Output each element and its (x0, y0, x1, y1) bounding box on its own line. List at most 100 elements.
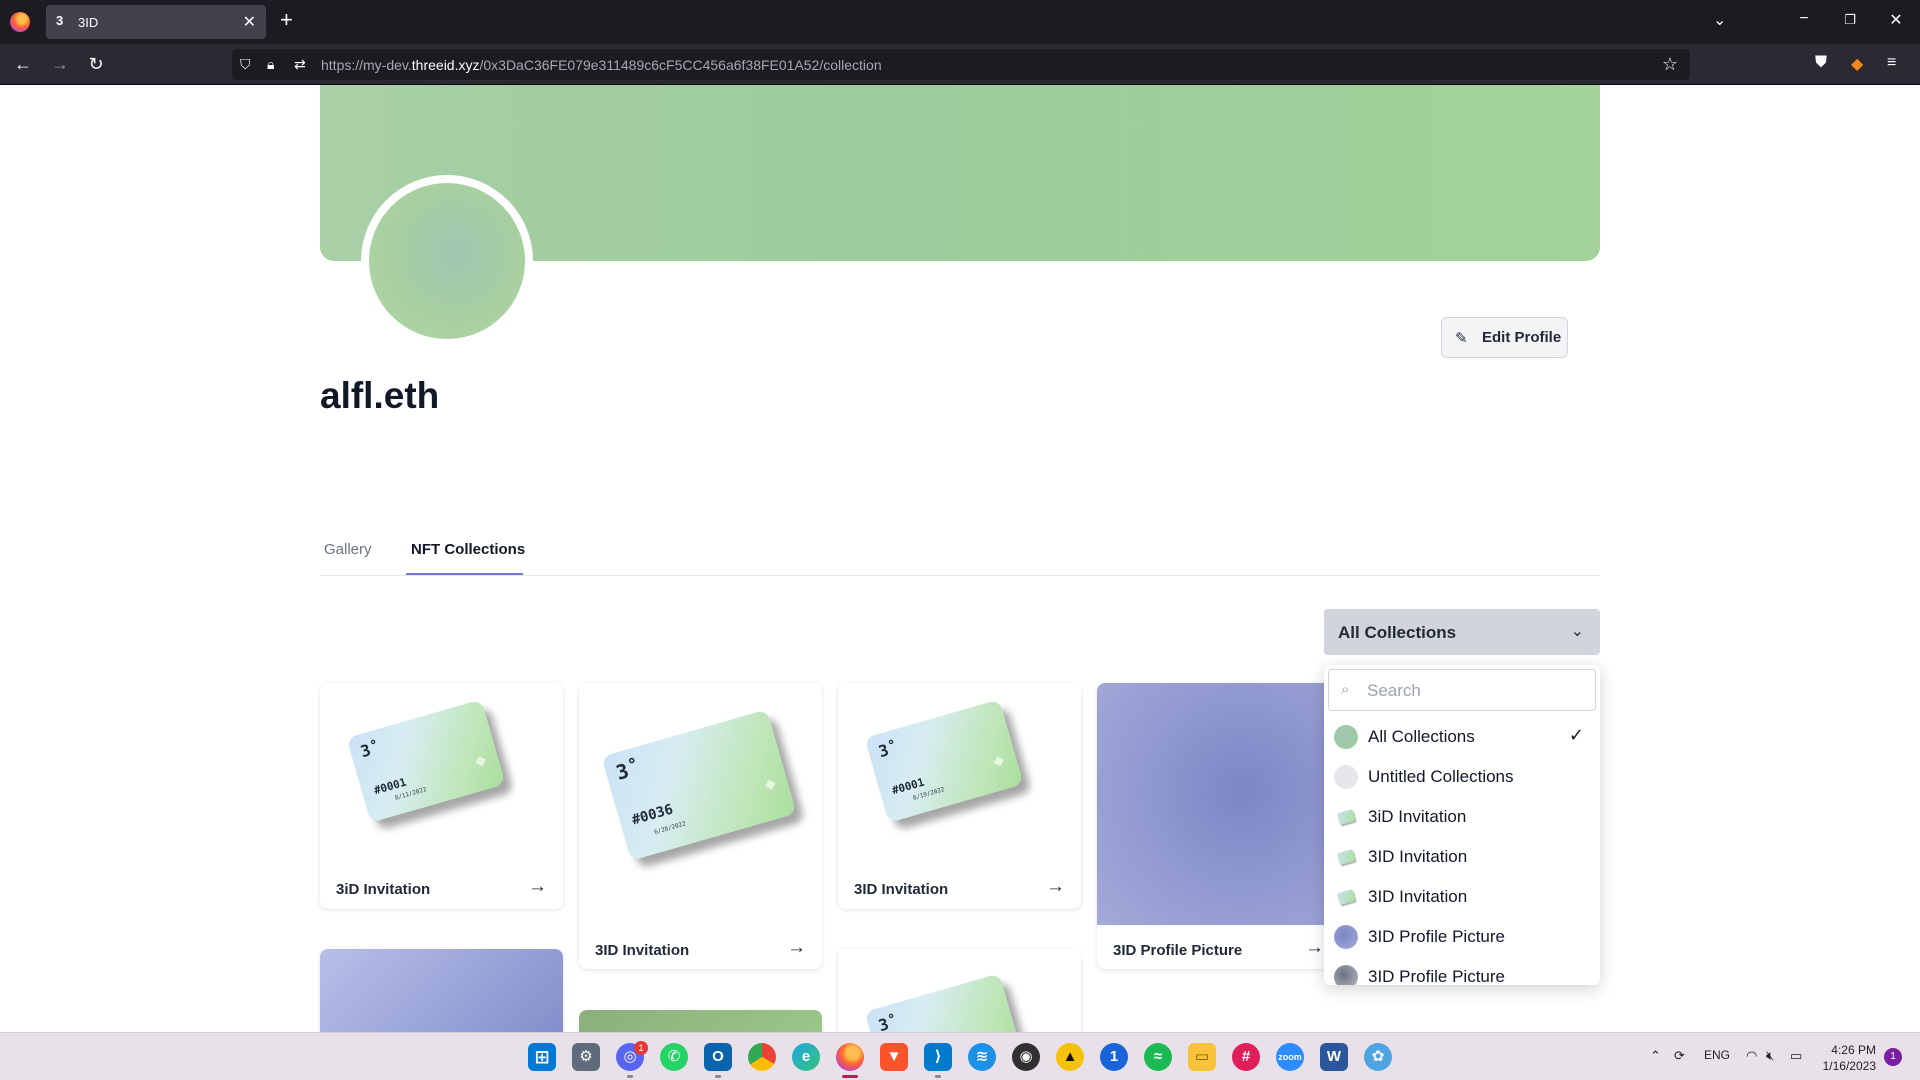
clock-time: 4:26 PM (1831, 1043, 1876, 1057)
card-title: 3ID Invitation (595, 942, 690, 959)
linux-penguin-icon[interactable]: ▲ (1056, 1043, 1084, 1071)
battery-icon[interactable]: ▭ (1790, 1048, 1802, 1064)
tab-close-icon[interactable]: ✕ (243, 12, 256, 32)
browser-tab-active[interactable]: 3 3ID ✕ (46, 5, 266, 39)
card-title: 3iD Invitation (336, 881, 431, 898)
collection-select[interactable]: All Collections ⌄ (1324, 609, 1600, 655)
collection-search-field[interactable]: ⌕ (1328, 669, 1596, 711)
brave-icon[interactable]: ▼ (880, 1043, 908, 1071)
slack-icon[interactable]: # (1232, 1043, 1260, 1071)
tabs-divider (320, 575, 1600, 576)
url-text[interactable]: https://my-dev.threeid.xyz/0x3DaC36FE079… (321, 57, 882, 73)
app-indicator (627, 1075, 633, 1078)
chrome-icon[interactable] (748, 1043, 776, 1071)
check-icon: ✓ (1568, 725, 1584, 745)
restore-icon[interactable]: ❐ (1840, 12, 1860, 28)
card-title: 3ID Invitation (854, 881, 949, 898)
collection-avatar (1334, 725, 1358, 749)
metamask-fox-icon[interactable]: ◆ (1851, 54, 1863, 74)
tray-overflow-icon[interactable]: ⌃ (1650, 1048, 1661, 1064)
nft-card[interactable]: 3̊ #0036 6/28/2022 ◆ 3ID Invitation → (579, 683, 822, 969)
nft-invitation-image: 3̊ (864, 973, 1024, 1032)
volume-muted-icon[interactable]: 🔇︎ (1766, 1048, 1774, 1064)
collection-dropdown-menu: ⌕ All Collections ✓ Untitled Collections… (1324, 665, 1600, 985)
globe-app-icon[interactable]: ✿ (1364, 1043, 1392, 1071)
nft-card[interactable] (320, 949, 563, 1032)
word-icon[interactable]: W (1320, 1043, 1348, 1071)
browser-tab-bar: 3 3ID ✕ + ⌄ − ❐ ✕ (0, 0, 1920, 44)
language-indicator[interactable]: ENG (1704, 1048, 1730, 1062)
address-bar[interactable]: ⛉ 🔒︎ ⇄ https://my-dev.threeid.xyz/0x3DaC… (232, 49, 1690, 80)
edit-profile-button[interactable]: ✎ Edit Profile (1441, 317, 1568, 358)
windows-start-icon[interactable]: ⊞ (528, 1043, 556, 1071)
nft-card[interactable] (579, 1010, 822, 1032)
nft-card[interactable]: 3̊ #0001 8/19/2022 ◆ 3ID Invitation → (838, 683, 1081, 909)
bookmark-star-icon[interactable]: ☆ (1662, 54, 1678, 75)
dropdown-item-3id-invitation[interactable]: 3ID Invitation (1324, 877, 1600, 917)
tab-nft-collections[interactable]: NFT Collections (411, 541, 525, 558)
profile-picture-image (1097, 683, 1340, 925)
list-all-tabs-icon[interactable]: ⌄ (1713, 10, 1726, 30)
dropdown-item-3id-profile-picture[interactable]: 3ID Profile Picture (1324, 917, 1600, 957)
collection-search-input[interactable] (1367, 679, 1587, 703)
notification-badge[interactable]: 1 (1884, 1048, 1902, 1066)
back-icon[interactable]: ← (11, 53, 35, 75)
windows-taskbar: ⊞ ⚙ ◎ 1 ✆ O e ▼ ⟩ ≋ ◉ ▲ 1 ≈ ▭ # zoom W ✿… (0, 1032, 1920, 1080)
wifi-icon[interactable]: ◠ (1746, 1048, 1757, 1064)
shield-icon[interactable]: ⛉ (240, 56, 251, 73)
new-tab-button[interactable]: + (280, 9, 293, 31)
arrow-right-icon[interactable]: → (1046, 876, 1065, 898)
permissions-icon[interactable]: ⇄ (294, 56, 306, 73)
clock[interactable]: 4:26 PM 1/16/2023 (1818, 1042, 1876, 1074)
threeid-logo-icon: 3̊ (876, 1014, 891, 1032)
app-indicator (935, 1075, 941, 1078)
whatsapp-icon[interactable]: ✆ (660, 1043, 688, 1071)
dropdown-item-3id-invitation[interactable]: 3iD Invitation (1324, 797, 1600, 837)
card-title: 3ID Profile Picture (1113, 942, 1243, 959)
arrow-right-icon[interactable]: → (528, 876, 547, 898)
dropdown-item-3id-invitation[interactable]: 3ID Invitation (1324, 837, 1600, 877)
chevron-down-icon: ⌄ (1570, 623, 1584, 640)
outlook-icon[interactable]: O (704, 1043, 732, 1071)
edit-pencil-icon: ✎ (1455, 330, 1468, 347)
forward-icon[interactable]: → (48, 53, 72, 75)
collection-avatar (1334, 925, 1358, 949)
ethereum-icon: ◆ (991, 750, 1006, 770)
page-content: ✎ Edit Profile alfl.eth Gallery NFT Coll… (0, 85, 1920, 1032)
nft-invitation-image: 3̊ #0036 6/28/2022 ◆ (601, 709, 797, 861)
arrow-right-icon[interactable]: → (787, 937, 806, 959)
menu-hamburger-icon[interactable]: ≡ (1887, 54, 1896, 72)
pocket-icon[interactable]: ⛊ (1815, 54, 1827, 72)
lock-icon[interactable]: 🔒︎ (267, 56, 274, 73)
vscode-icon[interactable]: ⟩ (924, 1043, 952, 1071)
spotify-icon[interactable]: ≈ (1144, 1043, 1172, 1071)
settings-gear-icon[interactable]: ⚙ (572, 1043, 600, 1071)
edge-icon[interactable]: e (792, 1043, 820, 1071)
dropdown-item-untitled-collections[interactable]: Untitled Collections (1324, 757, 1600, 797)
nft-invitation-image: 3̊ #0001 8/11/2022 ◆ (346, 699, 506, 823)
tab-gallery[interactable]: Gallery (324, 541, 372, 558)
arrow-right-icon[interactable]: → (1305, 937, 1324, 959)
reload-icon[interactable]: ↻ (84, 53, 108, 75)
ethereum-icon: ◆ (762, 774, 778, 793)
tab-title: 3ID (78, 15, 99, 30)
onepassword-icon[interactable]: 1 (1100, 1043, 1128, 1071)
dropdown-item-3id-profile-picture[interactable]: 3ID Profile Picture (1324, 957, 1600, 985)
zoom-icon[interactable]: zoom (1276, 1043, 1304, 1071)
nft-card[interactable]: 3̊ #0001 8/11/2022 ◆ 3iD Invitation → (320, 683, 563, 909)
collection-select-value: All Collections (1338, 623, 1457, 642)
minimize-icon[interactable]: − (1794, 10, 1814, 28)
nft-card[interactable]: 3ID Profile Picture → (1097, 683, 1340, 969)
firefox-icon[interactable] (10, 12, 30, 32)
obs-icon[interactable]: ◉ (1012, 1043, 1040, 1071)
firefox-taskbar-icon[interactable] (836, 1043, 864, 1071)
search-icon: ⌕ (1341, 681, 1350, 698)
window-close-icon[interactable]: ✕ (1886, 10, 1906, 30)
collection-thumbnail (1336, 889, 1356, 905)
file-explorer-icon[interactable]: ▭ (1188, 1043, 1216, 1071)
dropdown-item-all-collections[interactable]: All Collections ✓ (1324, 717, 1600, 757)
threeid-logo-icon: 3̊ (613, 758, 632, 785)
docker-icon[interactable]: ≋ (968, 1043, 996, 1071)
sync-icon[interactable]: ⟳ (1674, 1048, 1685, 1064)
nft-card[interactable]: 3̊ (838, 949, 1081, 1032)
